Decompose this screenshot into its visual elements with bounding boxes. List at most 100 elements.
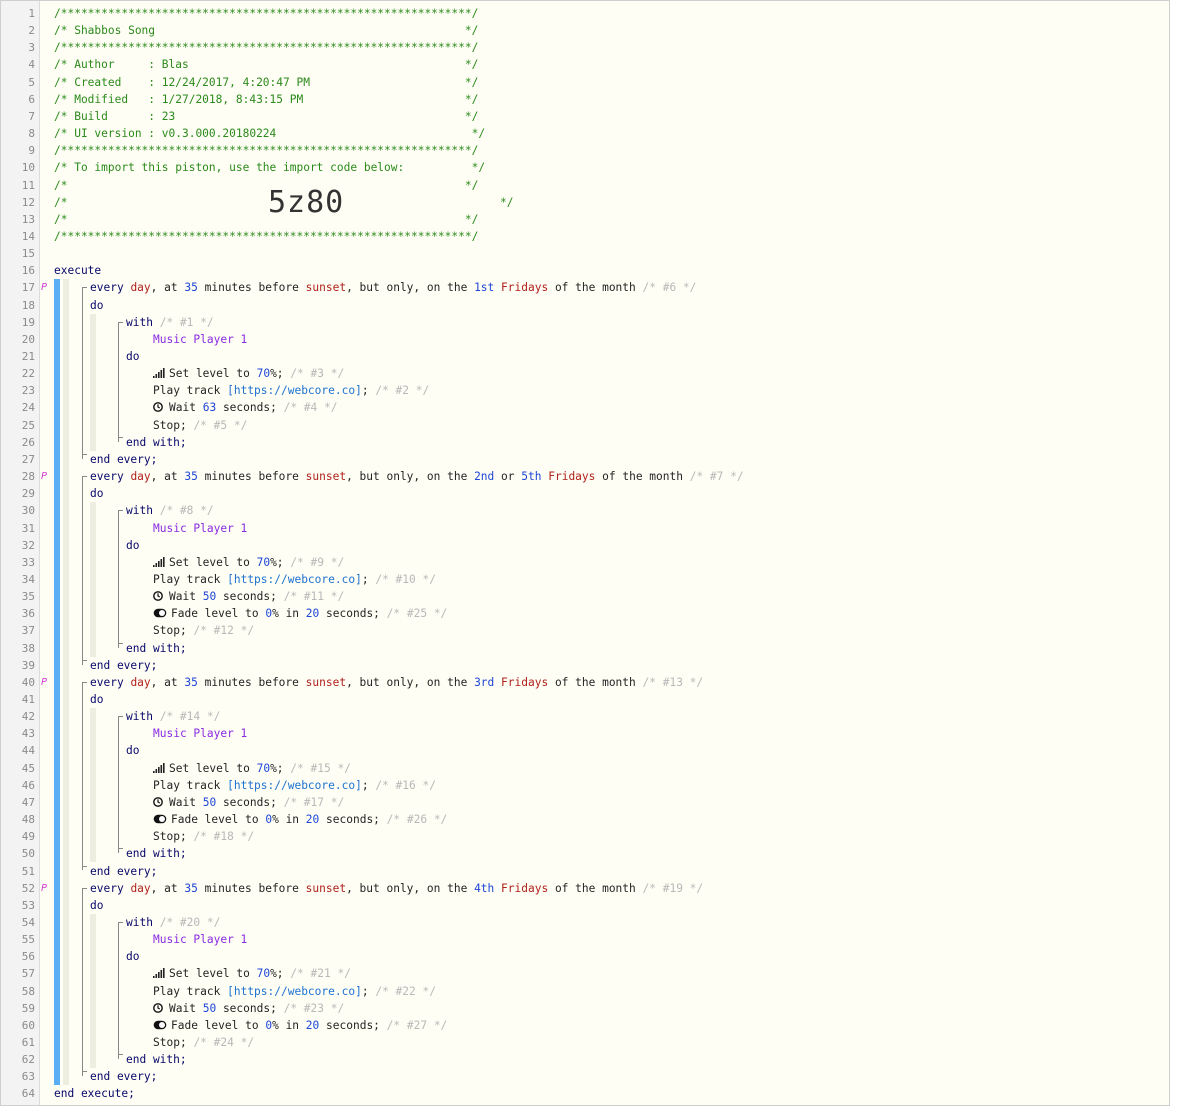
fade-seconds-value: 20 <box>305 1018 320 1032</box>
block-bracket-top <box>82 287 87 289</box>
wait-seconds-value: 63 <box>202 401 217 415</box>
with-keyword: with <box>126 710 153 724</box>
end-with-keyword: end with; <box>126 435 187 449</box>
fade-seconds-value: 20 <box>305 607 320 621</box>
code-token: Set level to <box>169 967 250 981</box>
block-bracket <box>118 510 119 648</box>
end-every-keyword: end every; <box>90 658 158 672</box>
code-line: end with; <box>126 1051 187 1068</box>
header-line: /* Modified : 1/27/2018, 8:43:15 PM */ <box>54 91 478 108</box>
code-token: , at <box>150 881 178 895</box>
track-url: [https://webcore.co] <box>227 572 362 586</box>
block-bracket-bottom <box>82 1071 87 1073</box>
line-number: 54 <box>21 915 35 929</box>
line-number: 43 <box>21 727 35 741</box>
code-token: ; <box>361 572 369 586</box>
code-token: Play track <box>153 778 221 792</box>
line-number: 41 <box>21 693 35 706</box>
statement-id-comment: /* #12 */ <box>193 624 255 638</box>
block-bracket <box>82 681 83 871</box>
block-track <box>90 313 96 451</box>
statement-id-comment: /* #9 */ <box>290 555 345 569</box>
code-line: end with; <box>126 434 187 451</box>
code-token: Play track <box>153 384 221 398</box>
code-token: Play track <box>153 984 221 998</box>
with-statement: with /* #14 */ <box>126 708 220 725</box>
code-token: , but only, on the <box>346 675 468 689</box>
code-token: , at <box>150 470 178 484</box>
code-token: seconds; <box>326 1018 380 1032</box>
line-number: 2 <box>28 24 35 38</box>
device-line: Music Player 1 <box>153 931 247 948</box>
every-keyword: every <box>90 281 124 295</box>
ordinal-value: 1st <box>474 281 495 295</box>
line-number: 15 <box>21 247 35 261</box>
line-number: 9 <box>28 144 35 158</box>
with-statement: with /* #1 */ <box>126 314 214 331</box>
code-token: Stop; <box>153 418 187 432</box>
line-number: 63 <box>21 1070 35 1084</box>
code-token: of the month <box>554 281 636 295</box>
code-token: in <box>285 813 300 827</box>
clock-icon <box>153 591 163 601</box>
wait-seconds-value: 50 <box>202 1001 217 1015</box>
code-token: seconds; <box>222 401 277 415</box>
statement-id-comment: /* #14 */ <box>159 710 221 724</box>
do-keyword: do <box>90 693 104 706</box>
code-token: ; <box>361 384 369 398</box>
end-every-keyword: end every; <box>90 452 158 466</box>
header-comment: /* Modified : 1/27/2018, 8:43:15 PM */ <box>54 92 479 106</box>
line-number-gutter: 1 2 3 4 5 6 7 8 9 10 11 12 13 14 15 16 17 18 19 20 21 22 23 24 2… <box>1 1 40 1105</box>
code-line: end every; <box>90 451 157 468</box>
code-token: Play track <box>153 572 221 586</box>
signal-bars-icon <box>153 556 165 567</box>
statement-id-comment: /* #17 */ <box>283 795 345 809</box>
code-line: do <box>126 348 139 365</box>
header-comment: /* To import this piston, use the import… <box>54 161 486 175</box>
header-line: /***************************************… <box>54 228 478 245</box>
line-number: 16 <box>21 264 35 278</box>
statement-id-comment: /* #10 */ <box>375 572 436 586</box>
line-number: 45 <box>21 761 35 775</box>
end-every-keyword: end every; <box>90 1070 158 1084</box>
minutes-value: 35 <box>184 675 198 689</box>
do-keyword: do <box>90 298 104 312</box>
line-number: 37 <box>21 624 35 638</box>
ordinal-value: 2nd <box>474 470 495 484</box>
code-token: of the month <box>554 675 636 689</box>
minutes-value: 35 <box>184 281 198 295</box>
code-token: Fade level to <box>171 1018 259 1032</box>
statement-id-comment: /* #13 */ <box>642 675 704 689</box>
code-token: Stop; <box>153 624 187 638</box>
sunset-value: sunset <box>305 881 347 895</box>
statement-id-comment: /* #22 */ <box>375 984 436 998</box>
statement-id-comment: /* #4 */ <box>283 401 338 415</box>
code-token: minutes before <box>204 281 299 295</box>
code-line: do <box>90 897 103 914</box>
import-code: 5z80 <box>268 184 345 220</box>
code-token: Set level to <box>169 367 250 381</box>
code-token: % <box>272 813 279 827</box>
ordinal-value: 5th <box>521 470 542 484</box>
code-token: % <box>272 607 279 621</box>
code-line: do <box>90 297 103 314</box>
code-token: minutes before <box>204 470 299 484</box>
header-line: /***************************************… <box>54 39 478 56</box>
play-track-command: Play track [https://webcore.co]; /* #10 … <box>153 571 436 588</box>
line-number: 50 <box>21 847 35 861</box>
fridays-value: Fridays <box>501 675 549 689</box>
code-token: %; <box>270 367 284 381</box>
code-token: Wait <box>169 401 196 415</box>
day-value: day <box>130 881 151 895</box>
day-value: day <box>130 470 151 484</box>
minutes-value: 35 <box>184 881 198 895</box>
stop-command: Stop; /* #18 */ <box>153 828 254 845</box>
header-comment: /* */ <box>54 212 479 226</box>
header-comment: /* Author : Blas */ <box>54 58 479 72</box>
set-level-command: Set level to 70%; /* #15 */ <box>153 760 351 777</box>
code-line: end every; <box>90 1068 157 1085</box>
statement-id-comment: /* #8 */ <box>159 504 214 518</box>
play-track-command: Play track [https://webcore.co]; /* #16 … <box>153 777 436 794</box>
every-statement: every day, at 35 minutes before sunset, … <box>90 279 696 296</box>
header-comment: /* Shabbos Song */ <box>54 24 479 38</box>
